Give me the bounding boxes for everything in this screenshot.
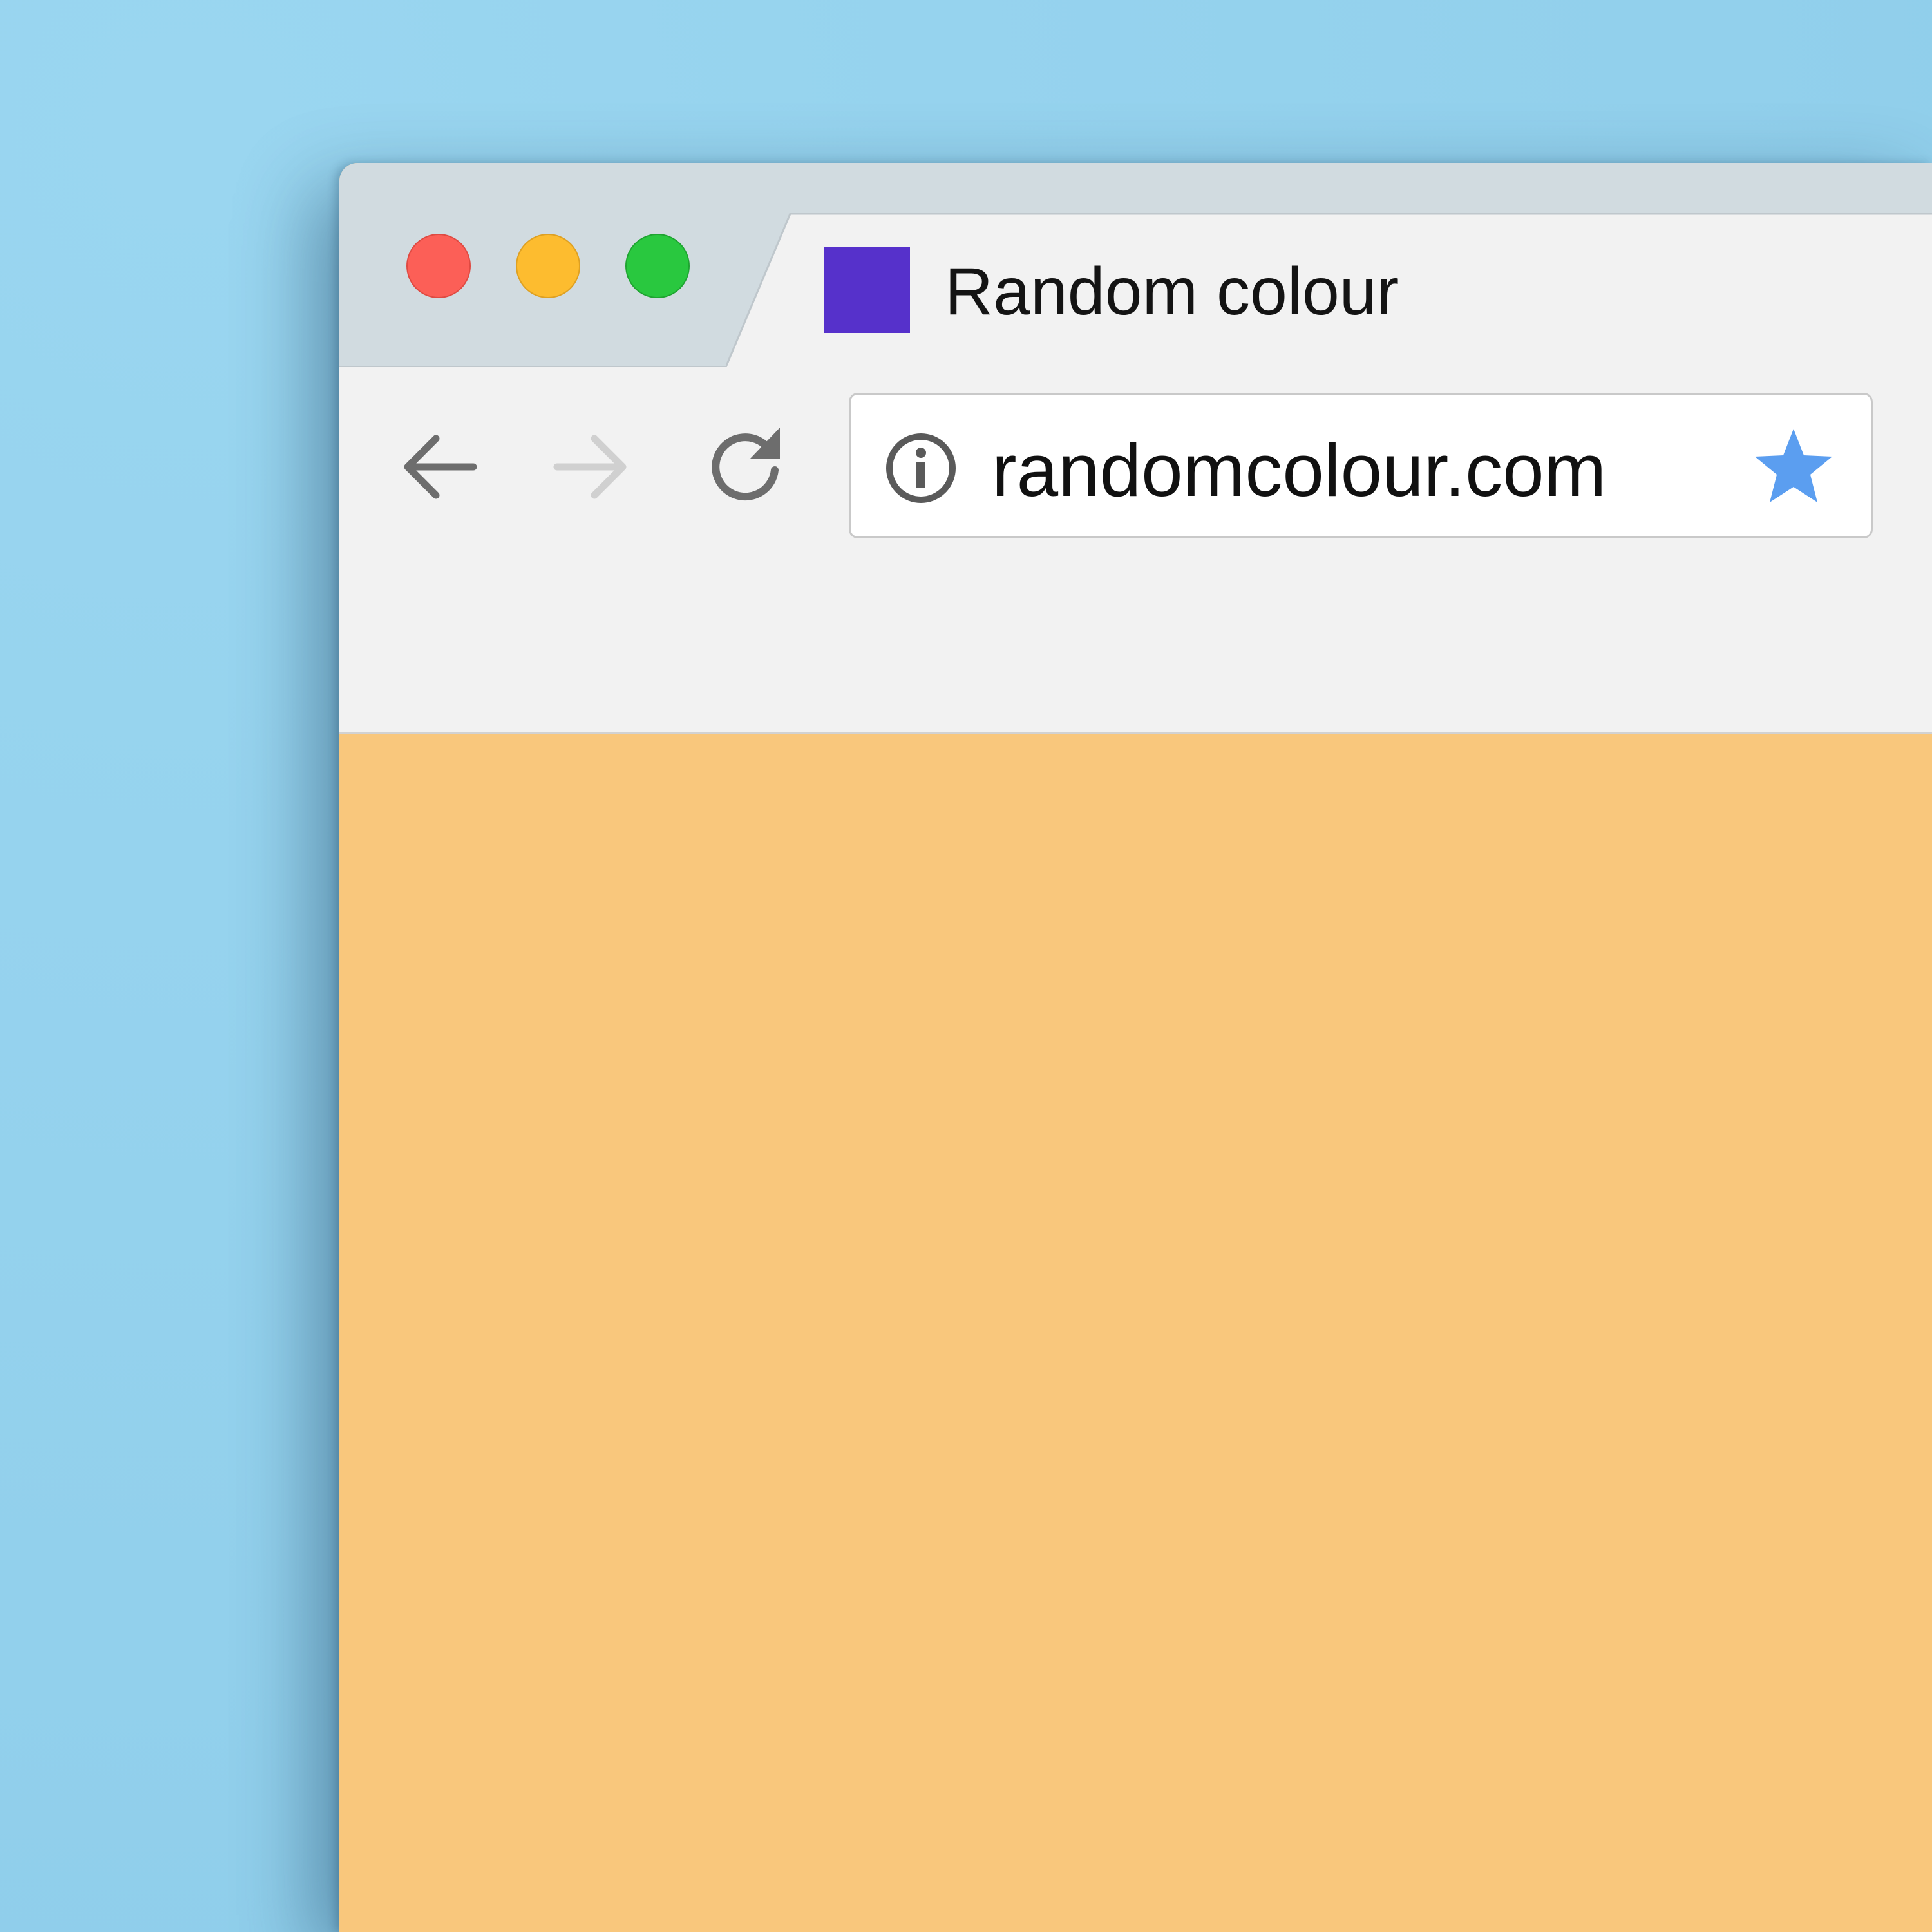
page-content	[339, 570, 1932, 1932]
star-icon[interactable]	[1752, 425, 1835, 509]
url-text[interactable]: randomcolour.com	[992, 428, 1606, 512]
info-icon[interactable]	[884, 431, 958, 505]
tab-title: Random colour	[945, 254, 1399, 329]
back-arrow-icon[interactable]	[396, 425, 480, 509]
square-favicon-icon	[824, 247, 910, 333]
window-maximize-button[interactable]	[625, 234, 690, 298]
reload-icon[interactable]	[705, 425, 789, 509]
window-close-button[interactable]	[406, 234, 471, 298]
forward-arrow-icon[interactable]	[551, 425, 634, 509]
window-minimize-button[interactable]	[516, 234, 580, 298]
